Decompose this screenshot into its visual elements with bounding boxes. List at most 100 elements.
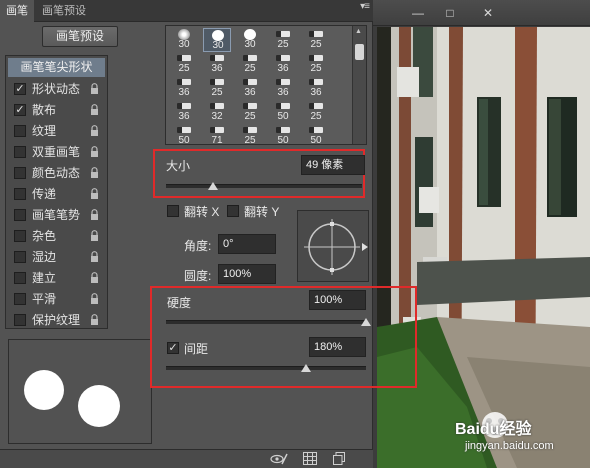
lock-icon[interactable] xyxy=(90,125,99,137)
size-input[interactable]: 49 像素 xyxy=(301,155,365,175)
spacing-input[interactable]: 180% xyxy=(309,337,366,357)
panel-menu-icon[interactable]: ▾≡ xyxy=(360,1,370,12)
option-checkbox[interactable] xyxy=(14,251,26,263)
option-checkbox[interactable]: ✓ xyxy=(14,83,26,95)
option-row[interactable]: 颜色动态 xyxy=(8,163,105,184)
spacing-slider-track[interactable] xyxy=(166,366,366,370)
tab-brush[interactable]: 画笔 xyxy=(0,0,34,22)
building-photo xyxy=(377,27,590,468)
brush-tip-cell[interactable]: 25 xyxy=(302,52,330,76)
option-row[interactable]: 纹理 xyxy=(8,121,105,142)
brush-tip-cell[interactable]: 50 xyxy=(269,124,297,144)
lock-icon[interactable] xyxy=(90,83,99,95)
brush-tip-cell[interactable]: 25 xyxy=(302,28,330,52)
lock-icon[interactable] xyxy=(90,251,99,263)
angle-roundness-widget[interactable] xyxy=(297,210,369,282)
size-slider-thumb[interactable] xyxy=(208,182,219,190)
option-checkbox[interactable] xyxy=(14,272,26,284)
brush-tip-cell[interactable]: 50 xyxy=(170,124,198,144)
brush-tip-cell[interactable]: 32 xyxy=(203,100,231,124)
new-page-icon[interactable] xyxy=(333,452,349,466)
brush-tip-grid[interactable]: 30 30 30 25 25 25 36 25 36 25 36 25 36 36 36 36 32 25 50 25… xyxy=(165,25,367,145)
option-checkbox[interactable] xyxy=(14,314,26,326)
brush-tip-size: 30 xyxy=(244,39,256,50)
lock-icon[interactable] xyxy=(90,314,99,326)
option-row[interactable]: 湿边 xyxy=(8,247,105,268)
lock-icon[interactable] xyxy=(90,146,99,158)
brush-tip-size: 36 xyxy=(277,87,289,98)
option-checkbox[interactable] xyxy=(14,209,26,221)
grid-icon[interactable] xyxy=(303,452,319,466)
lock-icon[interactable] xyxy=(90,104,99,116)
lock-icon[interactable] xyxy=(90,167,99,179)
option-row[interactable]: 建立 xyxy=(8,268,105,289)
brush-tip-cell[interactable]: 36 xyxy=(302,76,330,100)
option-row[interactable]: 平滑 xyxy=(8,289,105,310)
brush-tip-cell[interactable]: 25 xyxy=(269,28,297,52)
option-checkbox[interactable] xyxy=(14,125,26,137)
roundness-input[interactable]: 100% xyxy=(218,264,276,284)
option-label: 传递 xyxy=(32,187,57,201)
brush-tip-cell[interactable]: 71 xyxy=(203,124,231,144)
size-slider-track[interactable] xyxy=(166,184,362,188)
close-button[interactable]: ✕ xyxy=(477,5,499,21)
brush-tip-cell[interactable]: 36 xyxy=(269,76,297,100)
canvas-photo[interactable]: Baidu经验 jingyan.baidu.com xyxy=(377,27,590,468)
option-row[interactable]: 传递 xyxy=(8,184,105,205)
spacing-slider-thumb[interactable] xyxy=(301,364,311,372)
option-row[interactable]: 双重画笔 xyxy=(8,142,105,163)
brush-tip-shape-item[interactable]: 画笔笔尖形状 xyxy=(8,58,105,77)
brush-tip-cell[interactable]: 36 xyxy=(269,52,297,76)
brush-tip-cell[interactable]: 25 xyxy=(236,100,264,124)
hardness-input[interactable]: 100% xyxy=(309,290,366,310)
tip-grid-scrollbar[interactable]: ▲ xyxy=(352,26,366,144)
option-row[interactable]: 保护纹理 xyxy=(8,310,105,331)
brush-tip-cell[interactable]: 36 xyxy=(170,100,198,124)
option-checkbox[interactable] xyxy=(14,230,26,242)
brush-tip-cell[interactable]: 36 xyxy=(170,76,198,100)
maximize-button[interactable]: □ xyxy=(439,5,461,21)
brush-tip-icon xyxy=(210,79,224,85)
angle-input[interactable]: 0° xyxy=(218,234,276,254)
option-checkbox[interactable] xyxy=(14,167,26,179)
brush-tip-cell[interactable]: 25 xyxy=(236,124,264,144)
flip-x-checkbox[interactable] xyxy=(167,205,179,217)
option-row[interactable]: 杂色 xyxy=(8,226,105,247)
brush-tip-cell[interactable]: 25 xyxy=(203,76,231,100)
tab-brush-presets[interactable]: 画笔预设 xyxy=(36,0,92,22)
brush-tip-cell[interactable]: 25 xyxy=(170,52,198,76)
option-checkbox[interactable] xyxy=(14,146,26,158)
brush-tip-cell[interactable]: 30 xyxy=(236,28,264,52)
lock-icon[interactable] xyxy=(90,272,99,284)
brush-tip-cell[interactable]: 25 xyxy=(236,52,264,76)
hardness-slider-track[interactable] xyxy=(166,320,366,324)
option-label: 建立 xyxy=(32,271,57,285)
panel-bottom-bar xyxy=(0,449,373,468)
option-row[interactable]: ✓ 散布 xyxy=(8,100,105,121)
lock-icon[interactable] xyxy=(90,209,99,221)
option-checkbox[interactable] xyxy=(14,293,26,305)
option-row[interactable]: 画笔笔势 xyxy=(8,205,105,226)
option-row[interactable]: ✓ 形状动态 xyxy=(8,79,105,100)
option-label: 散布 xyxy=(32,103,57,117)
brush-tip-cell[interactable]: 50 xyxy=(302,124,330,144)
lock-icon[interactable] xyxy=(90,293,99,305)
brush-tip-cell[interactable]: 36 xyxy=(236,76,264,100)
option-checkbox[interactable] xyxy=(14,188,26,200)
brush-presets-button[interactable]: 画笔预设 xyxy=(42,26,118,47)
flip-y-checkbox[interactable] xyxy=(227,205,239,217)
option-checkbox[interactable]: ✓ xyxy=(14,104,26,116)
brush-tip-cell[interactable]: 25 xyxy=(302,100,330,124)
lock-icon[interactable] xyxy=(90,230,99,242)
spacing-checkbox[interactable]: ✓ xyxy=(167,342,179,354)
brush-tip-cell[interactable]: 36 xyxy=(203,52,231,76)
brush-tip-cell[interactable]: 30 xyxy=(170,28,198,52)
minimize-button[interactable]: — xyxy=(407,5,429,21)
scrollbar-thumb[interactable] xyxy=(355,44,364,60)
hardness-slider-thumb[interactable] xyxy=(361,318,371,326)
lock-icon[interactable] xyxy=(90,188,99,200)
eye-brush-icon[interactable] xyxy=(270,452,288,466)
brush-tip-cell[interactable]: 50 xyxy=(269,100,297,124)
brush-tip-cell[interactable]: 30 xyxy=(203,28,231,52)
scroll-up-icon[interactable]: ▲ xyxy=(355,28,362,35)
